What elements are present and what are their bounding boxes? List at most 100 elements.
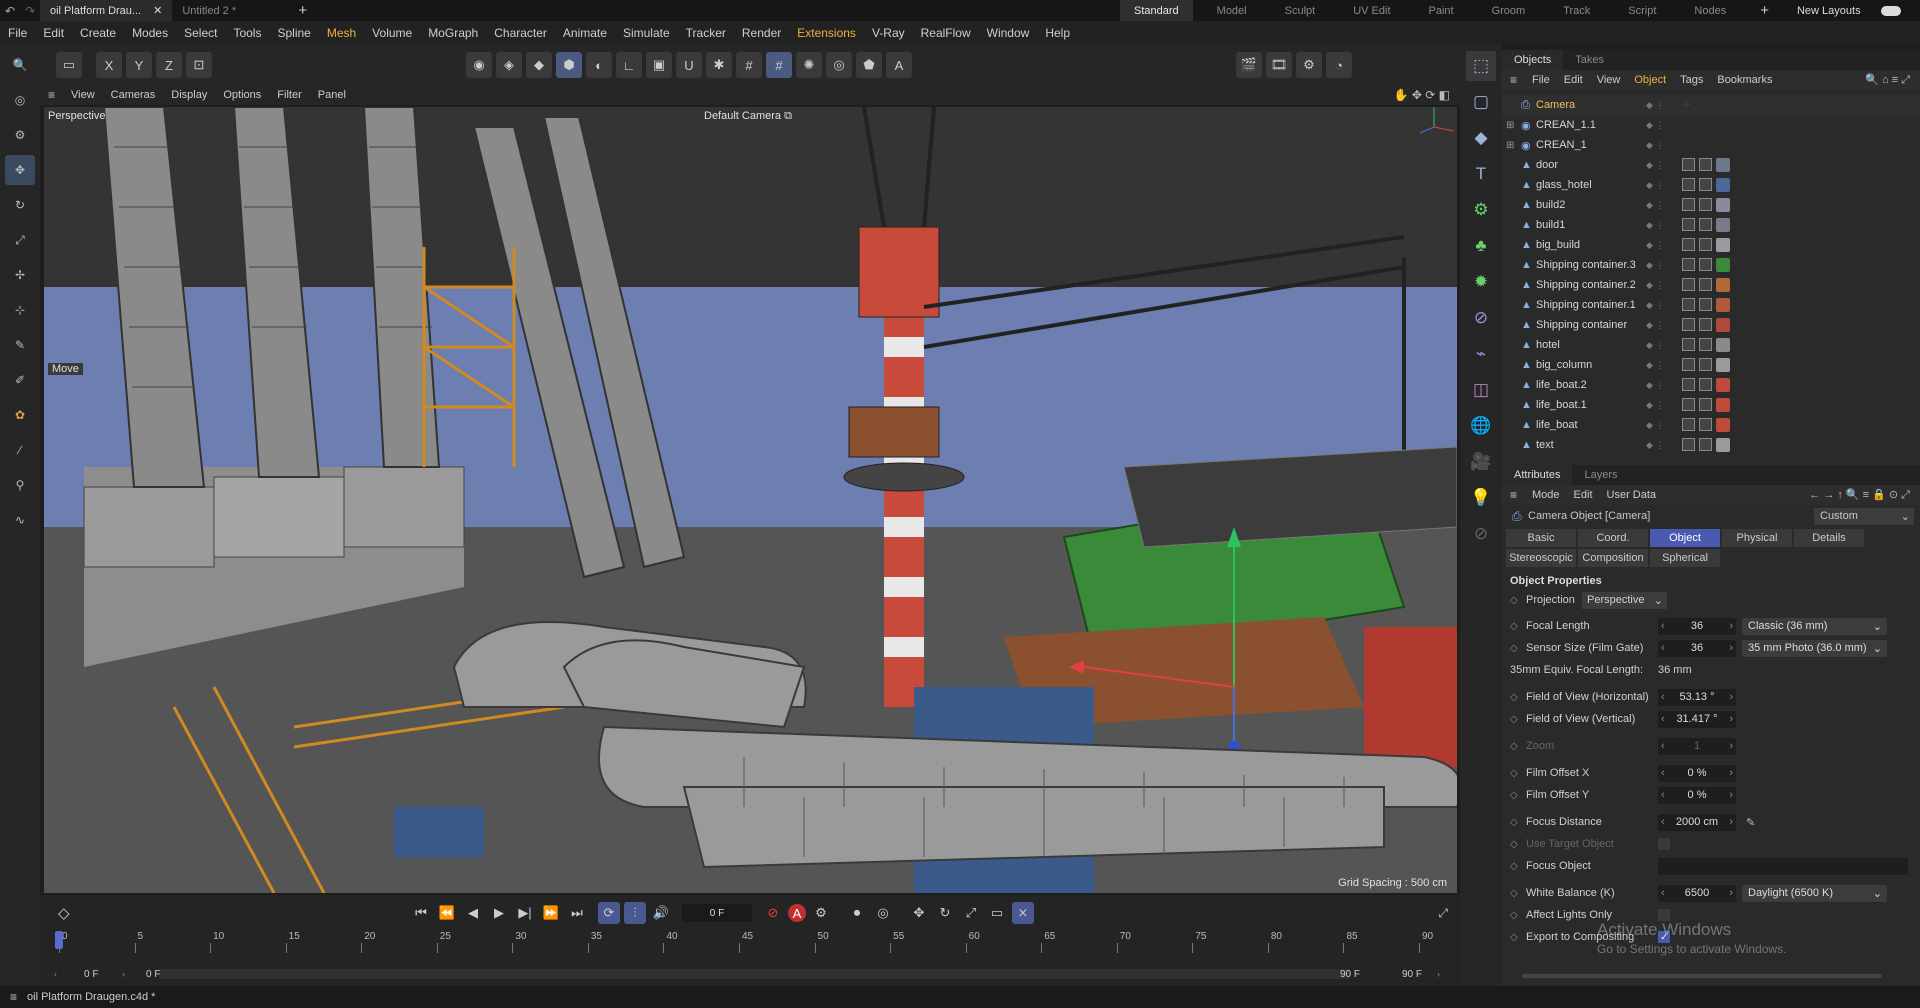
light-icon[interactable]: 💡: [1466, 483, 1496, 513]
symmetry-icon[interactable]: ✺: [796, 52, 822, 78]
attr-tab-basic[interactable]: Basic: [1506, 529, 1576, 547]
uvw-tag-icon[interactable]: [1699, 258, 1712, 271]
expand-timeline-icon[interactable]: ⤢: [1438, 906, 1448, 921]
vp-menu-display[interactable]: Display: [163, 89, 215, 101]
uvw-tag-icon[interactable]: [1699, 178, 1712, 191]
scale-tool-icon[interactable]: ⤢: [5, 225, 35, 255]
range-end-field[interactable]: 90 F: [1340, 969, 1360, 980]
rotate-key-icon[interactable]: ↻: [934, 902, 956, 924]
object-list-item[interactable]: ▲ build2 ◆ ⋮: [1502, 195, 1920, 215]
menu-volume[interactable]: Volume: [364, 21, 420, 45]
menu-tracker[interactable]: Tracker: [678, 21, 734, 45]
visibility-dots-icon[interactable]: ◆ ⋮: [1646, 240, 1664, 251]
select-tool-icon[interactable]: ⚙: [5, 120, 35, 150]
sync-icon[interactable]: ◎: [872, 902, 894, 924]
material-tag-icon[interactable]: [1716, 218, 1730, 232]
tab-attributes[interactable]: Attributes: [1502, 465, 1573, 485]
keyframe-diamond-icon[interactable]: ◇: [1510, 621, 1518, 632]
attribute-value-field[interactable]: ‹ 6500 ›: [1658, 884, 1736, 902]
object-list-item[interactable]: ▲ Shipping container.1 ◆ ⋮: [1502, 295, 1920, 315]
increment-icon[interactable]: ›: [1729, 740, 1733, 752]
layout-standard[interactable]: Standard: [1120, 0, 1193, 21]
texture-mode-icon[interactable]: ◐: [586, 52, 612, 78]
uvw-tag-icon[interactable]: [1699, 298, 1712, 311]
material-tag-icon[interactable]: [1716, 158, 1730, 172]
increment-icon[interactable]: ›: [1729, 642, 1733, 654]
menu-edit[interactable]: Edit: [35, 21, 72, 45]
start-frame-field[interactable]: 0 F: [84, 969, 98, 980]
decrement-icon[interactable]: ‹: [1661, 887, 1665, 899]
environment-icon[interactable]: 🌐: [1466, 411, 1496, 441]
visibility-dots-icon[interactable]: ◆ ⋮: [1646, 260, 1664, 271]
vp-menu-options[interactable]: Options: [215, 89, 269, 101]
render-region-icon[interactable]: 🎞: [1266, 52, 1292, 78]
uvw-tag-icon[interactable]: [1699, 218, 1712, 231]
next-frame-icon[interactable]: ▶|: [514, 902, 536, 924]
sculpt-tool-icon[interactable]: ∕: [5, 435, 35, 465]
menu-modes[interactable]: Modes: [124, 21, 176, 45]
close-icon[interactable]: ✕: [153, 4, 162, 17]
material-tag-icon[interactable]: [1716, 358, 1730, 372]
magnet-tool-icon[interactable]: ∿: [5, 505, 35, 535]
material-tag-icon[interactable]: [1716, 398, 1730, 412]
knife-tool-icon[interactable]: ⚲: [5, 470, 35, 500]
material-tag-icon[interactable]: [1716, 318, 1730, 332]
new-layouts-label[interactable]: New Layouts: [1797, 5, 1861, 17]
add-layout-icon[interactable]: +: [1760, 2, 1769, 19]
decrement-icon[interactable]: ‹: [1661, 789, 1665, 801]
keyframe-diamond-icon[interactable]: ◇: [1510, 817, 1518, 828]
keyframe-diamond-icon[interactable]: ◇: [1510, 888, 1518, 899]
attribute-value-field[interactable]: ‹ 0 % ›: [1658, 786, 1736, 804]
expand-icon[interactable]: ⊞: [1506, 120, 1514, 131]
visibility-dots-icon[interactable]: ◆ ⋮: [1646, 360, 1664, 371]
axis-x-button[interactable]: X: [96, 52, 122, 78]
range-right-arrow[interactable]: ›: [1437, 969, 1440, 979]
decrement-icon[interactable]: ‹: [1661, 816, 1665, 828]
field-icon[interactable]: ⊘: [1466, 303, 1496, 333]
keyframe-diamond-icon[interactable]: ◇: [1510, 910, 1518, 921]
reset-icon[interactable]: ▭: [56, 52, 82, 78]
eyedropper-icon[interactable]: ✎: [1746, 816, 1755, 829]
range-slider[interactable]: [160, 969, 1350, 979]
visibility-dots-icon[interactable]: ◆ ⋮: [1646, 400, 1664, 411]
menu-simulate[interactable]: Simulate: [615, 21, 678, 45]
render-settings-icon[interactable]: ⚙: [1296, 52, 1322, 78]
attribute-dropdown[interactable]: 35 mm Photo (36.0 mm) ⌄: [1742, 639, 1887, 657]
attr-nav-icons[interactable]: ← → ↑ 🔍 ≡ 🔒 ⊙ ⤢: [1809, 488, 1910, 502]
magnet-icon[interactable]: U: [676, 52, 702, 78]
menu-file[interactable]: File: [0, 21, 35, 45]
coord-system-icon[interactable]: ⊡: [186, 52, 212, 78]
projection-dropdown[interactable]: Perspective ⌄: [1582, 591, 1667, 609]
attr-tab-object[interactable]: Object: [1650, 529, 1720, 547]
status-menu-icon[interactable]: ≡: [0, 990, 27, 1004]
move-tool-icon[interactable]: ✥: [5, 155, 35, 185]
attribute-value-field[interactable]: ‹ 2000 cm ›: [1658, 813, 1736, 831]
increment-icon[interactable]: ›: [1729, 713, 1733, 725]
object-list-item[interactable]: ▲ Shipping container ◆ ⋮: [1502, 315, 1920, 335]
fcurve-icon[interactable]: ⫶: [624, 902, 646, 924]
loop-icon[interactable]: ⟳: [598, 902, 620, 924]
menu-help[interactable]: Help: [1037, 21, 1078, 45]
render-view-icon[interactable]: 🎬: [1236, 52, 1262, 78]
keyframe-diamond-icon[interactable]: ◇: [1510, 861, 1518, 872]
spline-tool-icon[interactable]: ⌁: [1466, 339, 1496, 369]
uvw-tag-icon[interactable]: [1699, 438, 1712, 451]
attribute-value-field[interactable]: ‹ 1 ›: [1658, 737, 1736, 755]
mograph-icon[interactable]: ♣: [1466, 231, 1496, 261]
material-tag-icon[interactable]: [1716, 198, 1730, 212]
keyframe-diamond-icon[interactable]: ◇: [1510, 790, 1518, 801]
decrement-icon[interactable]: ‹: [1661, 642, 1665, 654]
pla-key-icon[interactable]: ⨯: [1012, 902, 1034, 924]
uvw-tag-icon[interactable]: [1699, 358, 1712, 371]
uvw-tag-icon[interactable]: [1699, 158, 1712, 171]
search-icon[interactable]: 🔍: [5, 50, 35, 80]
doc-tab-2[interactable]: Untitled 2 *: [172, 0, 292, 21]
shield-icon[interactable]: ⬟: [856, 52, 882, 78]
obj-menu-tags[interactable]: Tags: [1673, 74, 1710, 86]
attr-tab-composition[interactable]: Composition: [1578, 549, 1648, 567]
uvw-tag-icon[interactable]: [1699, 238, 1712, 251]
font-icon[interactable]: A: [886, 52, 912, 78]
uvw-tag-icon[interactable]: [1699, 398, 1712, 411]
end-frame-field[interactable]: 90 F: [1402, 969, 1422, 980]
phong-tag-icon[interactable]: [1682, 298, 1695, 311]
